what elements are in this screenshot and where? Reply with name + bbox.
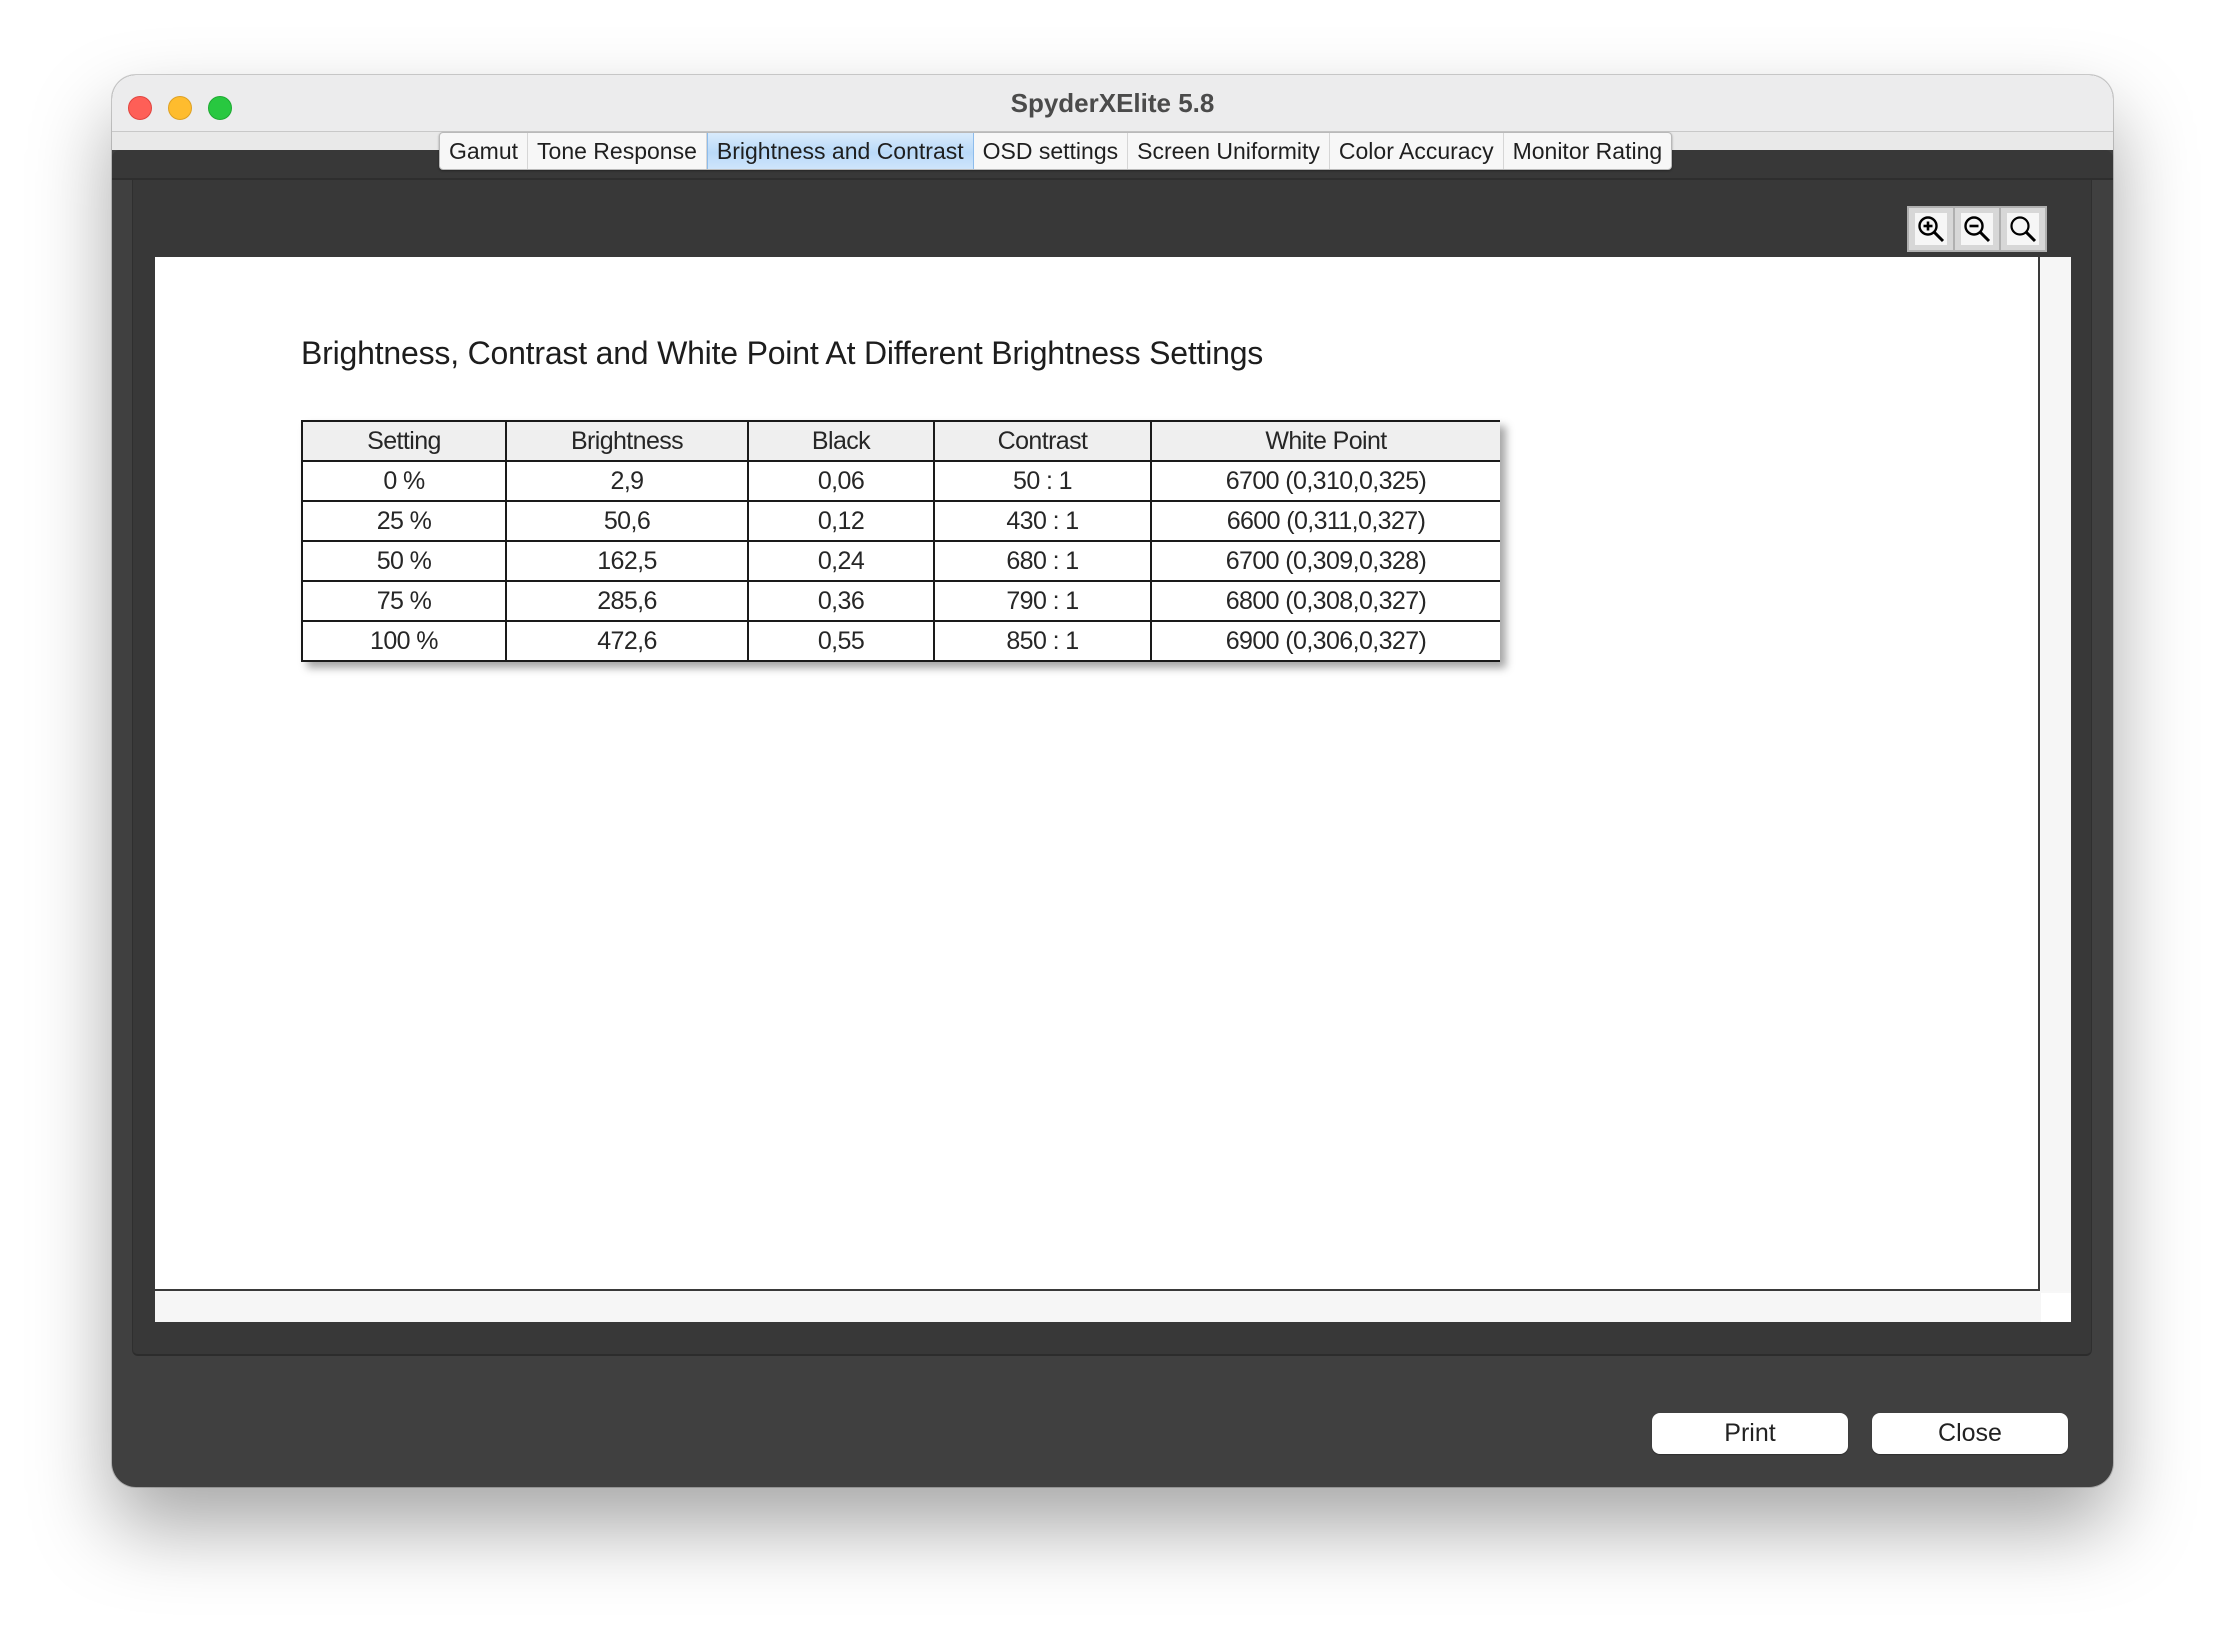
- table-row: 0 % 2,9 0,06 50 : 1 6700 (0,310,0,325): [301, 460, 1500, 502]
- cell-white-point: 6700 (0,310,0,325): [1150, 460, 1500, 502]
- tab-osd-settings[interactable]: OSD settings: [974, 133, 1129, 169]
- report-page: Brightness, Contrast and White Point At …: [155, 257, 2040, 1291]
- zoom-fit-button[interactable]: [2001, 208, 2045, 250]
- zoom-fit-icon: [2010, 216, 2037, 243]
- cell-brightness: 2,9: [505, 460, 749, 502]
- cell-setting: 0 %: [301, 460, 507, 502]
- scroll-corner: [2041, 1293, 2071, 1322]
- report-tabs: Gamut Tone Response Brightness and Contr…: [439, 132, 1673, 170]
- tab-screen-uniformity[interactable]: Screen Uniformity: [1128, 133, 1330, 169]
- cell-brightness: 50,6: [505, 500, 749, 542]
- tab-monitor-rating[interactable]: Monitor Rating: [1504, 133, 1672, 169]
- cell-black: 0,24: [747, 540, 935, 582]
- app-window: SpyderXElite 5.8 Gamut Tone Response Bri…: [112, 75, 2113, 1487]
- column-header-setting: Setting: [301, 420, 507, 462]
- table-header-row: Setting Brightness Black Contrast White …: [301, 420, 1500, 462]
- cell-setting: 100 %: [301, 620, 507, 662]
- zoom-in-icon: [1918, 216, 1945, 243]
- cell-contrast: 680 : 1: [933, 540, 1152, 582]
- cell-white-point: 6800 (0,308,0,327): [1150, 580, 1500, 622]
- cell-black: 0,36: [747, 580, 935, 622]
- zoom-in-button[interactable]: [1909, 208, 1953, 250]
- zoom-toolbar: [1907, 206, 2047, 252]
- cell-black: 0,55: [747, 620, 935, 662]
- results-table: Setting Brightness Black Contrast White …: [301, 420, 1500, 662]
- cell-black: 0,06: [747, 460, 935, 502]
- tab-color-accuracy[interactable]: Color Accuracy: [1330, 133, 1504, 169]
- report-panel: Brightness, Contrast and White Point At …: [132, 180, 2092, 1356]
- title-bar: SpyderXElite 5.8: [112, 75, 2113, 132]
- cell-brightness: 285,6: [505, 580, 749, 622]
- cell-contrast: 50 : 1: [933, 460, 1152, 502]
- column-header-black: Black: [747, 420, 935, 462]
- table-row: 100 % 472,6 0,55 850 : 1 6900 (0,306,0,3…: [301, 620, 1500, 662]
- cell-brightness: 472,6: [505, 620, 749, 662]
- print-button[interactable]: Print: [1652, 1413, 1848, 1454]
- table-row: 25 % 50,6 0,12 430 : 1 6600 (0,311,0,327…: [301, 500, 1500, 542]
- cell-setting: 50 %: [301, 540, 507, 582]
- tab-tone-response[interactable]: Tone Response: [528, 133, 707, 169]
- table-row: 50 % 162,5 0,24 680 : 1 6700 (0,309,0,32…: [301, 540, 1500, 582]
- tab-brightness-and-contrast[interactable]: Brightness and Contrast: [706, 133, 974, 169]
- column-header-contrast: Contrast: [933, 420, 1152, 462]
- cell-white-point: 6600 (0,311,0,327): [1150, 500, 1500, 542]
- report-title: Brightness, Contrast and White Point At …: [301, 335, 1264, 371]
- column-header-brightness: Brightness: [505, 420, 749, 462]
- horizontal-scrollbar[interactable]: [155, 1293, 2041, 1322]
- cell-contrast: 790 : 1: [933, 580, 1152, 622]
- cell-setting: 25 %: [301, 500, 507, 542]
- column-header-white-point: White Point: [1150, 420, 1500, 462]
- cell-black: 0,12: [747, 500, 935, 542]
- close-button[interactable]: Close: [1872, 1413, 2068, 1454]
- window-title: SpyderXElite 5.8: [1010, 88, 1215, 118]
- table-row: 75 % 285,6 0,36 790 : 1 6800 (0,308,0,32…: [301, 580, 1500, 622]
- zoom-out-button[interactable]: [1955, 208, 1999, 250]
- tab-gamut[interactable]: Gamut: [440, 133, 529, 169]
- results-table-container: Setting Brightness Black Contrast White …: [301, 420, 1500, 662]
- cell-brightness: 162,5: [505, 540, 749, 582]
- cell-contrast: 430 : 1: [933, 500, 1152, 542]
- cell-contrast: 850 : 1: [933, 620, 1152, 662]
- cell-white-point: 6900 (0,306,0,327): [1150, 620, 1500, 662]
- vertical-scrollbar[interactable]: [2041, 257, 2071, 1291]
- report-viewport: Brightness, Contrast and White Point At …: [155, 257, 2071, 1322]
- cell-setting: 75 %: [301, 580, 507, 622]
- cell-white-point: 6700 (0,309,0,328): [1150, 540, 1500, 582]
- zoom-out-icon: [1964, 216, 1991, 243]
